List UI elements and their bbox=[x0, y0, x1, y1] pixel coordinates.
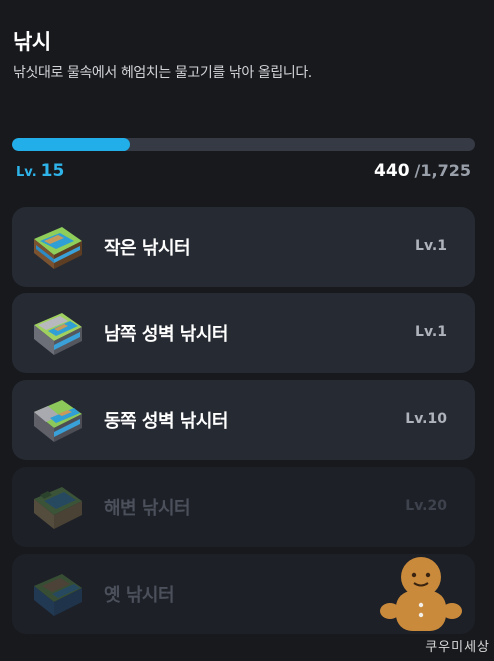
exp-progress-fill bbox=[12, 138, 131, 151]
fishing-spot-level: Lv.1 bbox=[415, 324, 447, 340]
fishing-spot-card-beach[interactable]: 해변 낚시터 Lv.20 bbox=[12, 467, 475, 547]
fishing-spot-beach-icon bbox=[34, 487, 82, 529]
fishing-spot-name: 해변 낚시터 bbox=[104, 498, 191, 519]
exp-progress-bar bbox=[12, 138, 475, 151]
fishing-spot-level: Lv.1 bbox=[415, 238, 447, 254]
fishing-spot-level: Lv.20 bbox=[405, 498, 447, 514]
fishing-spot-card-small[interactable]: 작은 낚시터 Lv.1 bbox=[12, 207, 475, 287]
fishing-spot-card-east-wall[interactable]: 동쪽 성벽 낚시터 Lv.10 bbox=[12, 380, 475, 460]
fishing-spot-name: 남쪽 성벽 낚시터 bbox=[104, 324, 228, 345]
exp-counter: 440/1,725 bbox=[374, 161, 471, 181]
fishing-spot-old-icon bbox=[34, 574, 82, 616]
fishing-spot-name: 옛 낚시터 bbox=[104, 585, 175, 606]
exp-max: 1,725 bbox=[420, 161, 471, 180]
level-prefix: Lv. bbox=[16, 165, 37, 180]
fishing-spot-name: 동쪽 성벽 낚시터 bbox=[104, 411, 228, 432]
level-number: 15 bbox=[40, 161, 65, 181]
fishing-spot-small-icon bbox=[34, 227, 82, 269]
fishing-spot-south-wall-icon bbox=[34, 313, 82, 355]
fishing-spot-name: 작은 낚시터 bbox=[104, 238, 191, 259]
exp-current: 440 bbox=[374, 161, 410, 181]
page-title: 낚시 bbox=[13, 30, 51, 54]
fishing-spot-card-south-wall[interactable]: 남쪽 성벽 낚시터 Lv.1 bbox=[12, 293, 475, 373]
current-level: Lv. 15 bbox=[16, 161, 64, 181]
fishing-spot-east-wall-icon bbox=[34, 400, 82, 442]
fishing-spot-level: Lv.10 bbox=[405, 411, 447, 427]
page-subtitle: 낚싯대로 물속에서 헤엄치는 물고기를 낚아 올립니다. bbox=[13, 65, 312, 81]
watermark-text: 쿠우미세상 bbox=[425, 640, 490, 655]
